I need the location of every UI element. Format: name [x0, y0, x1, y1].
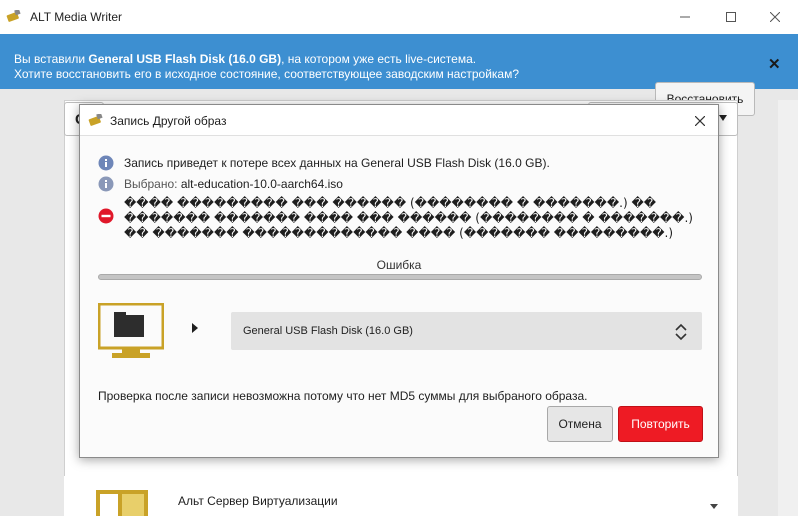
- selected-row: [98, 176, 114, 192]
- warning-row: [98, 155, 114, 171]
- usb-stick-icon: [6, 10, 21, 22]
- maximize-icon: [726, 12, 736, 22]
- expand-icon: [710, 504, 718, 509]
- banner-text-suffix: , на котором уже есть live-система.: [281, 52, 477, 66]
- close-icon: [770, 12, 780, 22]
- window-title: ALT Media Writer: [30, 10, 123, 24]
- server-image-icon: [96, 490, 148, 516]
- drive-select[interactable]: General USB Flash Disk (16.0 GB): [231, 312, 702, 350]
- selected-label: Выбрано:: [124, 177, 181, 191]
- error-message-line3: �� ������� ������������� ���� (������� �…: [124, 226, 674, 240]
- retry-button[interactable]: Повторить: [618, 406, 703, 442]
- list-item-name: Альт Сервер Виртуализации: [178, 494, 338, 508]
- window-titlebar: ALT Media Writer: [0, 0, 798, 34]
- arrow-right-icon: [192, 323, 198, 333]
- minimize-button[interactable]: [662, 0, 708, 34]
- minimize-icon: [680, 16, 690, 18]
- banner-text-prefix: Вы вставили: [14, 52, 89, 66]
- chevron-updown-icon: [675, 323, 687, 341]
- banner-message-line2: Хотите восстановить его в исходное состо…: [14, 67, 520, 81]
- dropdown-arrow-icon: [719, 115, 727, 121]
- close-icon: [695, 116, 705, 126]
- selected-file-line: Выбрано: alt-education-10.0-aarch64.iso: [124, 177, 343, 191]
- scrollbar[interactable]: [778, 100, 798, 516]
- dialog-close-button[interactable]: [690, 111, 710, 131]
- banner-drive-name: General USB Flash Disk (16.0 GB): [88, 52, 282, 66]
- write-dialog: Запись Другой образ Запись приведет к по…: [79, 104, 719, 458]
- dialog-titlebar: Запись Другой образ: [80, 105, 718, 136]
- close-window-button[interactable]: [752, 0, 798, 34]
- info-icon: [98, 176, 114, 192]
- error-message-line1: ���� ��������� ��� ������ (�������� � ��…: [124, 196, 657, 210]
- dialog-title: Запись Другой образ: [110, 114, 227, 128]
- cancel-button[interactable]: Отмена: [547, 406, 613, 442]
- dismiss-banner-button[interactable]: ✕: [768, 55, 781, 73]
- restore-notification-banner: Вы вставили General USB Flash Disk (16.0…: [0, 34, 798, 116]
- drive-select-value: General USB Flash Disk (16.0 GB): [243, 325, 413, 337]
- info-icon: [98, 155, 114, 171]
- usb-drive-icon: [98, 303, 164, 358]
- banner-message-line1: Вы вставили General USB Flash Disk (16.0…: [14, 52, 476, 66]
- progress-bar: [98, 274, 702, 280]
- verification-note: Проверка после записи невозможна потому …: [98, 389, 588, 403]
- data-loss-warning: Запись приведет к потере всех данных на …: [124, 156, 550, 170]
- maximize-button[interactable]: [708, 0, 754, 34]
- error-message-line2: ������� ������� ���� ��� ������ (�������…: [124, 211, 693, 225]
- usb-stick-icon: [88, 114, 103, 126]
- error-row: [98, 208, 114, 224]
- error-icon: [98, 208, 114, 224]
- list-item[interactable]: Альт Сервер Виртуализации: [64, 476, 738, 516]
- progress-status-label: Ошибка: [376, 258, 422, 272]
- selected-file-name: alt-education-10.0-aarch64.iso: [180, 177, 343, 191]
